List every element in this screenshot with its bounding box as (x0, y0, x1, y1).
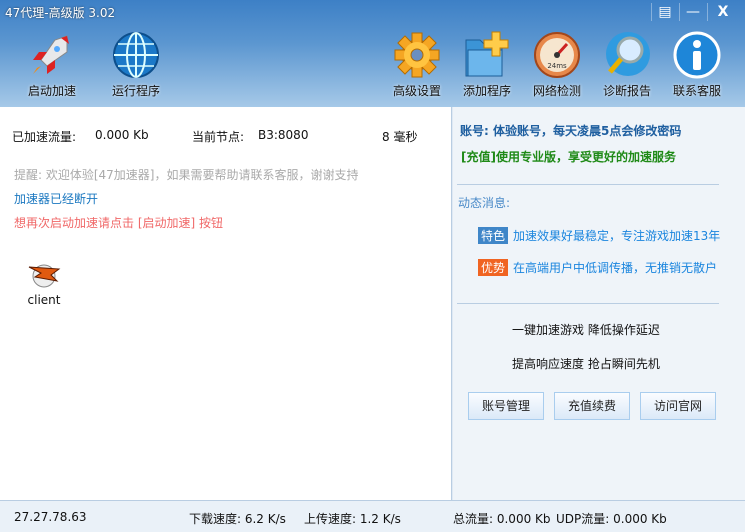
news-text: 加速效果好最稳定，专注游戏加速13年 (513, 229, 721, 243)
speedometer-icon: 24ms (532, 30, 582, 80)
ip-address: 27.27.78.63 (14, 510, 87, 524)
upgrade-link[interactable]: [充值]使用专业版，享受更好的加速服务 (461, 148, 676, 165)
run-program-button[interactable]: 运行程序 (101, 30, 171, 99)
app-item-client[interactable]: client (20, 259, 68, 307)
close-button[interactable]: X (710, 2, 736, 22)
contact-support-label: 联系客服 (672, 84, 721, 98)
news-title: 动态消息: (458, 196, 511, 210)
rocket-icon (27, 30, 77, 80)
folder-add-icon (462, 30, 512, 80)
add-program-label: 添加程序 (462, 84, 511, 98)
total-traffic: 总流量: 0.000 Kb (453, 512, 551, 526)
info-icon (672, 30, 722, 80)
connection-status: 加速器已经断开 (14, 192, 99, 206)
contact-support-button[interactable]: 联系客服 (662, 30, 732, 99)
start-acceleration-label: 启动加速 (27, 84, 76, 98)
network-check-label: 网络检测 (532, 84, 581, 98)
restart-hint: 想再次启动加速请点击 [启动加速] 按钮 (14, 216, 223, 230)
start-acceleration-button[interactable]: 启动加速 (17, 30, 87, 99)
diagnostic-report-button[interactable]: 诊断报告 (592, 30, 662, 99)
close-icon: X (717, 4, 729, 20)
latency-value: 8 毫秒 (382, 130, 418, 144)
divider (457, 303, 719, 304)
advanced-settings-label: 高级设置 (392, 84, 441, 98)
traffic-label: 已加速流量: (12, 130, 77, 144)
minimize-button[interactable]: — (680, 2, 706, 22)
status-bar: 27.27.78.63 下载速度: 6.2 K/s 上传速度: 1.2 K/s … (0, 500, 745, 532)
upload-speed: 上传速度: 1.2 K/s (304, 512, 401, 526)
news-item[interactable]: 优势 在高端用户中低调传播，无推销无散户 (478, 259, 717, 276)
account-info: 账号: 体验账号，每天凌晨5点会修改密码 (460, 124, 682, 138)
run-program-label: 运行程序 (111, 84, 160, 98)
traffic-value: 0.000 Kb (95, 128, 149, 142)
header: 47代理-高级版 3.02 ▤ — X 启动加速 运行程序 高级设置 添加程序 … (0, 0, 745, 107)
visit-website-button[interactable]: 访问官网 (640, 392, 716, 420)
app-name: client (27, 293, 61, 307)
recharge-button[interactable]: 充值续费 (554, 392, 630, 420)
window-title: 47代理-高级版 3.02 (5, 6, 116, 20)
game-app-icon (27, 259, 61, 289)
magnifier-icon (602, 30, 652, 80)
gear-icon (392, 30, 442, 80)
slogan-line-2: 提高响应速度 抢占瞬间先机 (512, 357, 660, 371)
advantage-badge: 优势 (478, 259, 509, 276)
menu-button[interactable]: ▤ (652, 2, 678, 22)
node-value: B3:8080 (258, 128, 309, 142)
udp-traffic: UDP流量: 0.000 Kb (556, 512, 667, 526)
download-speed: 下载速度: 6.2 K/s (189, 512, 286, 526)
diagnostic-report-label: 诊断报告 (602, 84, 651, 98)
divider (707, 3, 708, 21)
globe-icon (111, 30, 161, 80)
slogan-line-1: 一键加速游戏 降低操作延迟 (512, 323, 660, 337)
advanced-settings-button[interactable]: 高级设置 (382, 30, 452, 99)
side-panel: 账号: 体验账号，每天凌晨5点会修改密码 [充值]使用专业版，享受更好的加速服务… (453, 107, 745, 500)
speedometer-text: 24ms (547, 62, 567, 70)
account-management-button[interactable]: 账号管理 (468, 392, 544, 420)
menu-icon: ▤ (658, 4, 672, 20)
network-check-button[interactable]: 24ms 网络检测 (522, 30, 592, 99)
divider (457, 184, 719, 185)
node-label: 当前节点: (192, 130, 245, 144)
feature-badge: 特色 (478, 227, 509, 244)
tip-text: 提醒: 欢迎体验[47加速器]，如果需要帮助请联系客服，谢谢支持 (14, 168, 359, 182)
news-text: 在高端用户中低调传播，无推销无散户 (513, 261, 718, 275)
add-program-button[interactable]: 添加程序 (452, 30, 522, 99)
news-item[interactable]: 特色 加速效果好最稳定，专注游戏加速13年 (478, 227, 720, 244)
main-panel: 已加速流量: 0.000 Kb 当前节点: B3:8080 8 毫秒 提醒: 欢… (0, 107, 452, 500)
minimize-icon: — (686, 4, 700, 20)
